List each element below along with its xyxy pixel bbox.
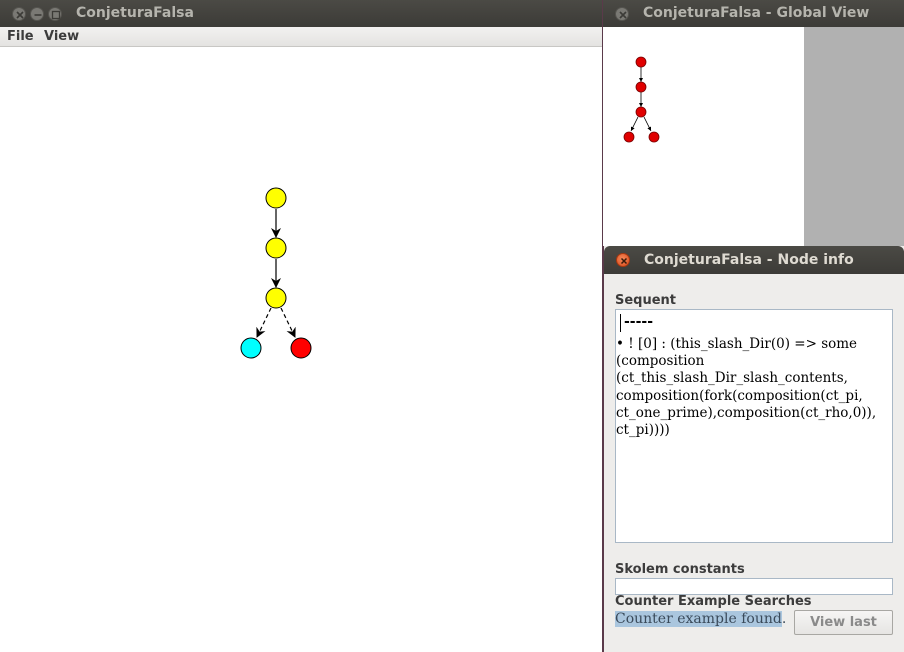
node-info-titlebar[interactable]: ConjeturaFalsa - Node info: [604, 246, 904, 274]
global-graph-overview: [623, 56, 660, 143]
sequent-text-area[interactable]: ----- • ! [0] : (this_slash_Dir(0) => so…: [615, 309, 893, 543]
graph-node[interactable]: [265, 237, 287, 259]
close-window-icon[interactable]: [12, 7, 26, 21]
skolem-constants-field[interactable]: [615, 578, 893, 595]
sequent-separator: -----: [624, 314, 654, 330]
global-edge: [630, 116, 639, 132]
graph-edge: [256, 307, 272, 338]
global-node: [635, 106, 647, 118]
menu-bar: File View: [0, 27, 602, 47]
window-title: ConjeturaFalsa: [76, 5, 194, 21]
node-info-window: ConjeturaFalsa - Node info Sequent -----…: [604, 246, 904, 652]
sequent-formula: • ! [0] : (this_slash_Dir(0) => some (co…: [616, 336, 877, 439]
close-window-icon[interactable]: [615, 7, 629, 21]
main-window: ConjeturaFalsa File View: [0, 0, 602, 652]
main-titlebar[interactable]: ConjeturaFalsa: [0, 0, 602, 27]
global-view-window: ConjeturaFalsa - Global View: [603, 0, 904, 246]
graph-canvas[interactable]: [0, 48, 602, 652]
global-node: [623, 131, 635, 143]
graph-node[interactable]: [290, 337, 312, 359]
text-caret: [620, 314, 621, 332]
window-title: ConjeturaFalsa - Global View: [643, 5, 870, 21]
menu-file[interactable]: File: [7, 29, 34, 44]
global-view-titlebar[interactable]: ConjeturaFalsa - Global View: [603, 0, 904, 27]
view-last-button[interactable]: View last: [794, 610, 893, 635]
sequent-label: Sequent: [615, 293, 677, 308]
window-title: ConjeturaFalsa - Node info: [644, 252, 854, 268]
graph-edge: [280, 307, 296, 338]
graph-node[interactable]: [265, 187, 287, 209]
global-edge: [643, 116, 652, 132]
maximize-window-icon[interactable]: [48, 7, 62, 21]
skolem-constants-label: Skolem constants: [615, 562, 745, 577]
global-node: [635, 56, 647, 68]
proof-tree-graph: [240, 187, 312, 359]
close-window-icon[interactable]: [616, 253, 630, 267]
global-node: [635, 81, 647, 93]
global-view-canvas[interactable]: [603, 27, 804, 246]
graph-node[interactable]: [240, 337, 262, 359]
counter-example-status[interactable]: Counter example found.: [615, 610, 793, 630]
counter-example-label: Counter Example Searches: [615, 594, 812, 609]
graph-node[interactable]: [265, 287, 287, 309]
menu-view[interactable]: View: [44, 29, 79, 44]
global-node: [648, 131, 660, 143]
counter-example-suffix: .: [781, 611, 787, 627]
counter-example-text: Counter example found: [615, 611, 782, 627]
minimize-window-icon[interactable]: [30, 7, 44, 21]
